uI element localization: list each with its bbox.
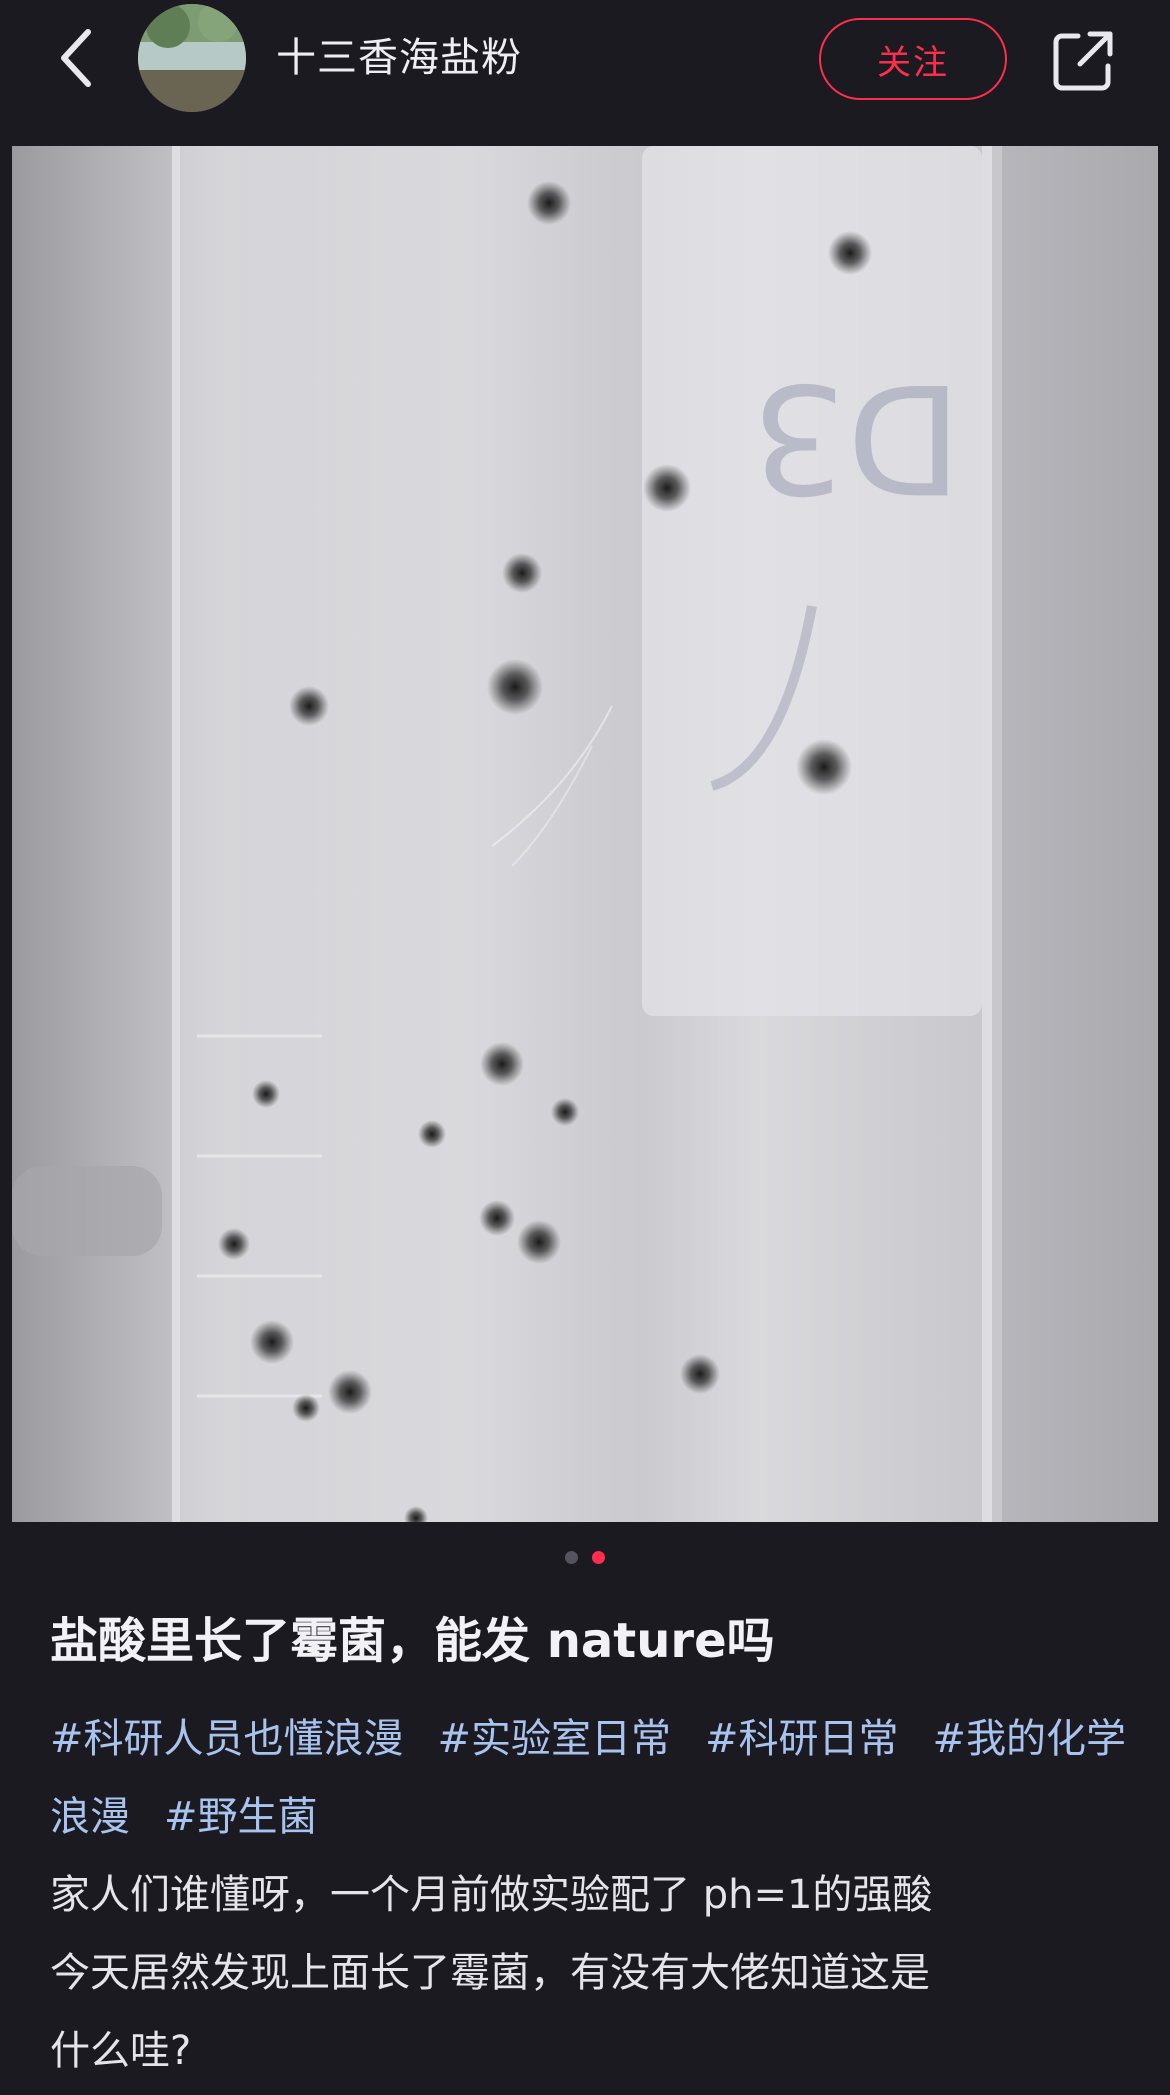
hashtag[interactable]: #实验室日常 bbox=[438, 1716, 672, 1762]
post-content: #科研人员也懂浪漫 #实验室日常 #科研日常 #我的化学浪漫 #野生菌 家人们谁懂呀，一… bbox=[50, 1700, 1130, 2090]
post-body-line: 什么哇? bbox=[50, 2028, 192, 2074]
hashtag[interactable]: #科研日常 bbox=[705, 1716, 899, 1762]
hashtag[interactable]: #野生菌 bbox=[164, 1794, 318, 1840]
carousel-indicator bbox=[0, 1551, 1170, 1567]
top-bar: 十三香海盐粉 关注 bbox=[0, 0, 1170, 140]
back-button[interactable] bbox=[44, 26, 108, 90]
post-image[interactable]: D3 bbox=[12, 146, 1158, 1522]
follow-button[interactable]: 关注 bbox=[819, 18, 1007, 100]
avatar[interactable] bbox=[138, 4, 246, 112]
svg-text:D3: D3 bbox=[751, 350, 962, 524]
carousel-dot-active[interactable] bbox=[592, 1551, 605, 1564]
post-title: 盐酸里长了霉菌，能发 nature吗 bbox=[50, 1613, 775, 1669]
share-icon bbox=[1053, 31, 1113, 91]
hashtag[interactable]: #科研人员也懂浪漫 bbox=[50, 1716, 404, 1762]
carousel-dot[interactable] bbox=[565, 1551, 578, 1564]
mold-in-tube-photo: D3 bbox=[12, 146, 1002, 1522]
post-body-line: 今天居然发现上面长了霉菌，有没有大佬知道这是 bbox=[50, 1950, 930, 1996]
share-button[interactable] bbox=[1050, 28, 1116, 94]
back-arrow-icon bbox=[61, 29, 91, 87]
avatar-landscape-image bbox=[138, 4, 246, 112]
post-body-line: 家人们谁懂呀，一个月前做实验配了 ph=1的强酸 bbox=[50, 1872, 933, 1918]
username[interactable]: 十三香海盐粉 bbox=[276, 30, 522, 86]
